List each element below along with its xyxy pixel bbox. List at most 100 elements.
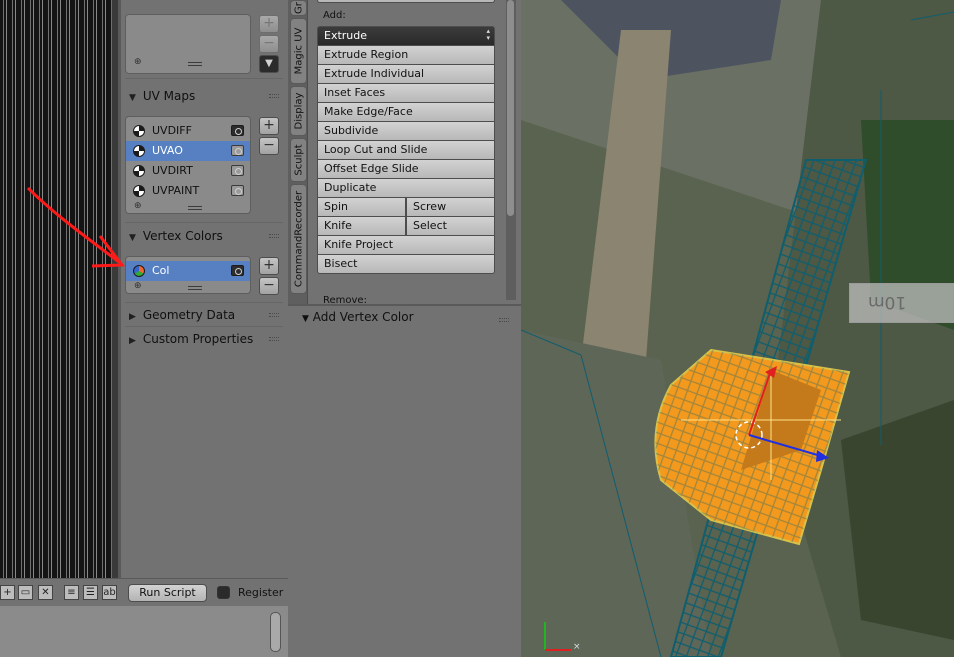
- subdivide-button[interactable]: Subdivide: [317, 121, 495, 141]
- tools-scrollbar[interactable]: [506, 0, 516, 300]
- list-expand-icon[interactable]: ⊕: [134, 281, 142, 291]
- vertex-colors-panel-header[interactable]: ▼ Vertex Colors: [129, 226, 279, 246]
- tab-display[interactable]: Display: [290, 86, 307, 136]
- uv-map-item[interactable]: UVPAINT: [126, 181, 250, 201]
- uv-map-item-selected[interactable]: UVAO: [126, 141, 250, 161]
- inset-faces-button[interactable]: Inset Faces: [317, 83, 495, 103]
- ruler-label: 10m: [849, 283, 954, 323]
- vertex-color-icon: [133, 265, 145, 277]
- 3d-viewport[interactable]: × 10m: [521, 0, 954, 657]
- active-render-camera-icon[interactable]: [231, 125, 244, 136]
- redo-panel-header[interactable]: ▼ Add Vertex Color: [302, 310, 414, 324]
- uv-maps-list: UVDIFF UVAO UVDIRT UVPAINT ⊕: [125, 116, 251, 214]
- uv-maps-title: UV Maps: [142, 89, 196, 103]
- uv-map-label: UVPAINT: [152, 184, 200, 197]
- text-editor-bottom-area[interactable]: [0, 606, 288, 657]
- tools-panel: Add: Extrude Extrude Region Extrude Indi…: [309, 0, 509, 306]
- remove-button-disabled[interactable]: −: [259, 35, 279, 53]
- custom-properties-panel-header[interactable]: ▶ Custom Properties: [129, 329, 279, 349]
- text-editor-code-area[interactable]: [0, 0, 118, 578]
- geometry-data-panel-header[interactable]: ▶ Geometry Data: [129, 305, 279, 325]
- add-vertex-color-button[interactable]: +: [259, 257, 279, 275]
- register-checkbox[interactable]: [217, 586, 230, 599]
- uv-map-icon: [133, 125, 145, 137]
- open-folder-icon[interactable]: ▭: [18, 585, 33, 600]
- expand-triangle-icon: ▶: [129, 336, 136, 346]
- uv-map-item[interactable]: UVDIRT: [126, 161, 250, 181]
- viewport-scene: ×: [521, 0, 954, 657]
- tab-magic-uv[interactable]: Magic UV: [290, 18, 307, 84]
- uv-map-label: UVDIRT: [152, 164, 193, 177]
- custom-properties-title: Custom Properties: [142, 332, 254, 346]
- add-button-disabled[interactable]: +: [259, 15, 279, 33]
- list-expand-icon[interactable]: ⊕: [134, 57, 142, 67]
- vertex-color-item-selected[interactable]: Col: [126, 261, 250, 281]
- render-camera-icon[interactable]: [231, 145, 244, 156]
- render-camera-icon[interactable]: [231, 185, 244, 196]
- uv-map-label: UVAO: [152, 144, 183, 157]
- list-resize-grip[interactable]: [188, 62, 202, 66]
- svg-text:×: ×: [573, 642, 581, 652]
- vertex-color-label: Col: [152, 264, 170, 277]
- bottom-scrollbar[interactable]: [270, 612, 281, 652]
- extrude-individual-button[interactable]: Extrude Individual: [317, 64, 495, 84]
- text-editor-header: + ▭ ✕ ≡ ☰ ab Run Script Register: [0, 578, 288, 606]
- uv-maps-panel-header[interactable]: ▼ UV Maps: [129, 86, 279, 106]
- ruler-text: 10m: [868, 292, 907, 312]
- bisect-button[interactable]: Bisect: [317, 254, 495, 274]
- run-script-button[interactable]: Run Script: [128, 584, 207, 602]
- offset-edge-slide-button[interactable]: Offset Edge Slide: [317, 159, 495, 179]
- expand-triangle-icon: ▶: [129, 312, 136, 322]
- remove-uv-map-button[interactable]: −: [259, 137, 279, 155]
- add-section-label: Add:: [323, 10, 346, 21]
- collapse-triangle-icon: ▼: [129, 93, 136, 103]
- properties-panel: ⊕ + − ▼ ▼ UV Maps UVDIFF UVAO UVDIRT UVP…: [121, 0, 287, 578]
- vertex-colors-title: Vertex Colors: [142, 229, 223, 243]
- add-uv-map-button[interactable]: +: [259, 117, 279, 135]
- uv-map-label: UVDIFF: [152, 124, 192, 137]
- panel-drag-grip[interactable]: [269, 313, 279, 317]
- extrude-dropdown[interactable]: Extrude: [317, 26, 495, 46]
- tab-command-recorder[interactable]: CommandRecorder: [290, 184, 307, 294]
- list-expand-icon[interactable]: ⊕: [134, 201, 142, 211]
- list-resize-grip[interactable]: [188, 286, 202, 290]
- syntax-highlight-icon[interactable]: ab: [102, 585, 117, 600]
- shape-keys-list[interactable]: ⊕: [125, 14, 251, 74]
- register-label: Register: [238, 586, 284, 599]
- screw-button[interactable]: Screw: [406, 197, 495, 217]
- uv-map-icon: [133, 185, 145, 197]
- panel-drag-grip[interactable]: [499, 318, 509, 322]
- new-text-icon[interactable]: +: [0, 585, 15, 600]
- tool-shelf-tabs: Gr Magic UV Display Sculpt CommandRecord…: [288, 0, 308, 304]
- redo-panel: ▼ Add Vertex Color: [288, 306, 521, 657]
- line-numbers-icon[interactable]: ≡: [64, 585, 79, 600]
- word-wrap-icon[interactable]: ☰: [83, 585, 98, 600]
- close-text-icon[interactable]: ✕: [38, 585, 53, 600]
- extrude-region-button[interactable]: Extrude Region: [317, 45, 495, 65]
- active-render-camera-icon[interactable]: [231, 265, 244, 276]
- tab-sculpt[interactable]: Sculpt: [290, 138, 307, 182]
- collapse-triangle-icon: ▼: [129, 233, 136, 243]
- knife-project-button[interactable]: Knife Project: [317, 235, 495, 255]
- uv-map-item[interactable]: UVDIFF: [126, 121, 250, 141]
- uv-map-icon: [133, 145, 145, 157]
- spin-button[interactable]: Spin: [317, 197, 406, 217]
- panel-drag-grip[interactable]: [269, 234, 279, 238]
- select-button[interactable]: Select: [406, 216, 495, 236]
- remove-vertex-color-button[interactable]: −: [259, 277, 279, 295]
- loop-cut-slide-button[interactable]: Loop Cut and Slide: [317, 140, 495, 160]
- menu-dropdown-button[interactable]: ▼: [259, 55, 279, 73]
- duplicate-button[interactable]: Duplicate: [317, 178, 495, 198]
- vertex-colors-list: Col ⊕: [125, 256, 251, 294]
- geometry-data-title: Geometry Data: [142, 308, 236, 322]
- uv-map-icon: [133, 165, 145, 177]
- collapse-triangle-icon: ▼: [302, 314, 309, 324]
- tab-grease[interactable]: Gr: [290, 0, 307, 16]
- panel-drag-grip[interactable]: [269, 94, 279, 98]
- render-camera-icon[interactable]: [231, 165, 244, 176]
- list-resize-grip[interactable]: [188, 206, 202, 210]
- knife-button[interactable]: Knife: [317, 216, 406, 236]
- panel-drag-grip[interactable]: [269, 337, 279, 341]
- make-edge-face-button[interactable]: Make Edge/Face: [317, 102, 495, 122]
- redo-panel-title: Add Vertex Color: [312, 310, 414, 324]
